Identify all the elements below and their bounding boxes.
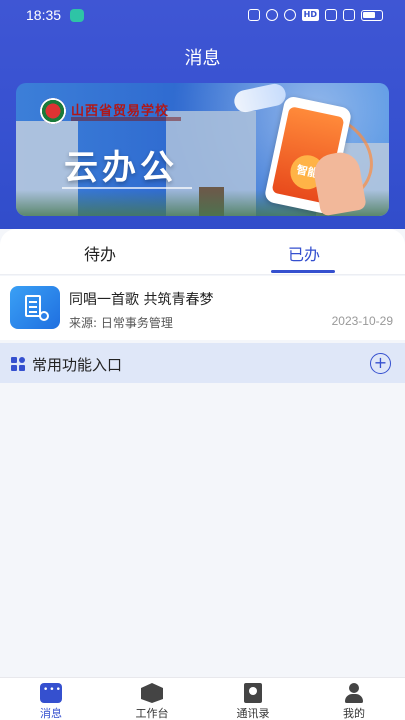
message-item[interactable]: 同唱一首歌 共筑青春梦 来源: 日常事务管理 2023-10-29	[0, 276, 405, 340]
contacts-icon	[244, 683, 262, 703]
nav-item-contacts[interactable]: 通讯录	[218, 683, 288, 720]
common-functions-label: 常用功能入口	[32, 356, 123, 374]
signal-icon	[325, 9, 337, 21]
header-background: 18:35 HD 消息 山西省贸易学校 云办公 智能	[0, 0, 405, 262]
grid-apps-icon	[11, 357, 25, 371]
document-settings-icon	[10, 286, 60, 329]
nav-label-workbench: 工作台	[135, 707, 169, 720]
message-date: 2023-10-29	[331, 314, 393, 328]
tab-pending[interactable]: 待办	[84, 241, 116, 265]
alarm-icon	[265, 9, 278, 21]
nfc-icon	[247, 9, 260, 21]
workbench-icon	[141, 683, 163, 703]
status-bar: 18:35 HD	[0, 0, 405, 32]
school-name-en-strip	[71, 117, 181, 121]
tab-bar: 待办 已办	[0, 229, 405, 275]
banner-title: 云办公	[64, 148, 178, 188]
message-source-value: 日常事务管理	[100, 316, 173, 330]
status-icons: HD	[247, 9, 383, 21]
school-logo-icon	[40, 98, 66, 124]
message-source-label: 来源:	[69, 316, 98, 330]
tab-done[interactable]: 已办	[288, 241, 320, 265]
banner-underline	[62, 187, 192, 189]
bottom-nav: 消息 工作台 通讯录 我的	[0, 677, 405, 720]
hd-badge: HD	[301, 9, 319, 21]
message-icon	[40, 683, 62, 703]
nav-label-contacts: 通讯录	[236, 707, 270, 720]
message-title: 同唱一首歌 共筑青春梦	[69, 292, 214, 308]
nav-item-messages[interactable]: 消息	[16, 683, 86, 720]
profile-icon	[343, 683, 365, 703]
banner[interactable]: 山西省贸易学校 云办公 智能	[16, 83, 389, 216]
chat-notification-icon	[70, 9, 84, 22]
add-function-button[interactable]: +	[370, 353, 391, 374]
bluetooth-icon	[283, 9, 296, 21]
gear-icon	[39, 311, 49, 321]
message-source: 来源: 日常事务管理	[69, 314, 173, 331]
signal-2-icon	[343, 9, 355, 21]
battery-icon	[361, 9, 383, 21]
nav-label-messages: 消息	[40, 707, 62, 720]
nav-item-profile[interactable]: 我的	[319, 683, 389, 720]
nav-item-workbench[interactable]: 工作台	[117, 683, 187, 720]
status-time: 18:35	[26, 7, 62, 23]
tab-active-indicator	[271, 270, 335, 273]
nav-label-profile: 我的	[343, 707, 365, 720]
page-title: 消息	[184, 48, 221, 69]
common-functions-bar: 常用功能入口 +	[0, 343, 405, 383]
